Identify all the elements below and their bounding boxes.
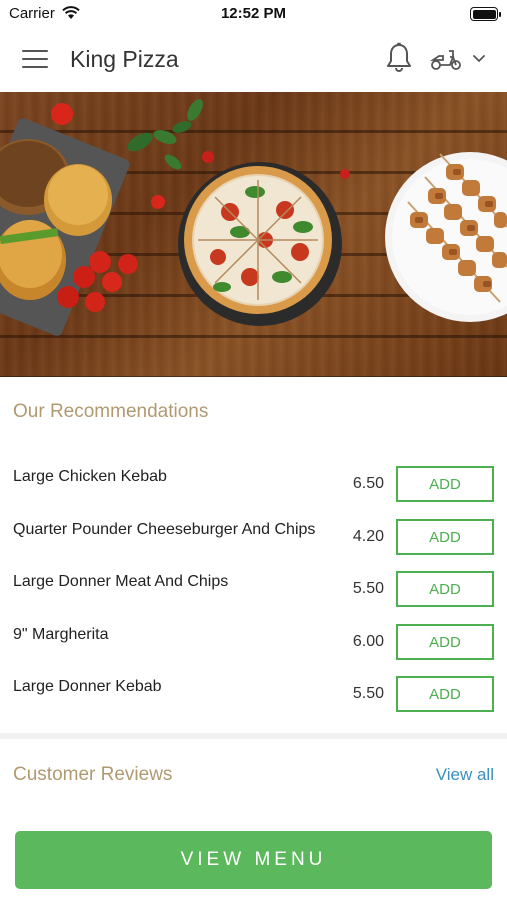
food-banner xyxy=(0,92,507,377)
item-price: 6.00 xyxy=(352,633,384,650)
add-button[interactable]: ADD xyxy=(396,676,494,712)
basil-leaves xyxy=(127,99,203,170)
section-divider xyxy=(0,733,507,739)
add-button[interactable]: ADD xyxy=(396,466,494,502)
item-price: 5.50 xyxy=(352,580,384,597)
item-price: 6.50 xyxy=(352,475,384,492)
item-name: Quarter Pounder Cheeseburger And Chips xyxy=(13,521,316,538)
status-time: 12:52 PM xyxy=(220,5,287,22)
add-button[interactable]: ADD xyxy=(396,519,494,555)
nav-bar: King Pizza xyxy=(0,28,507,92)
app-title: King Pizza xyxy=(70,46,179,72)
add-button[interactable]: ADD xyxy=(396,571,494,607)
food-banner-image xyxy=(0,99,507,336)
reviews-title: Customer Reviews xyxy=(13,764,173,785)
recommendation-item: Quarter Pounder Cheeseburger And Chips 4… xyxy=(0,519,507,571)
recommendation-item: 9" Margherita 6.00 ADD xyxy=(0,624,507,676)
recommendations-title: Our Recommendations xyxy=(13,401,209,422)
status-bar: Carrier 12:52 PM xyxy=(0,0,507,28)
item-name: 9" Margherita xyxy=(13,626,109,643)
recommendation-item: Large Chicken Kebab 6.50 ADD xyxy=(0,466,507,518)
recommendation-item: Large Donner Meat And Chips 5.50 ADD xyxy=(0,571,507,623)
item-name: Large Donner Kebab xyxy=(13,678,162,695)
item-name: Large Donner Meat And Chips xyxy=(13,573,229,590)
hamburger-menu-icon[interactable] xyxy=(22,50,48,70)
pizza xyxy=(178,162,342,326)
view-all-link[interactable]: View all xyxy=(436,765,494,785)
item-price: 4.20 xyxy=(352,528,384,545)
kebab-plate xyxy=(385,152,507,322)
item-price: 5.50 xyxy=(352,685,384,702)
battery-icon xyxy=(470,7,501,21)
scooter-icon[interactable] xyxy=(430,46,462,72)
recommendation-item: Large Donner Kebab 5.50 ADD xyxy=(0,676,507,728)
add-button[interactable]: ADD xyxy=(396,624,494,660)
chevron-down-icon[interactable] xyxy=(471,53,487,65)
bell-icon[interactable] xyxy=(384,42,414,74)
view-menu-button[interactable]: VIEW MENU xyxy=(15,831,492,889)
item-name: Large Chicken Kebab xyxy=(13,468,167,485)
